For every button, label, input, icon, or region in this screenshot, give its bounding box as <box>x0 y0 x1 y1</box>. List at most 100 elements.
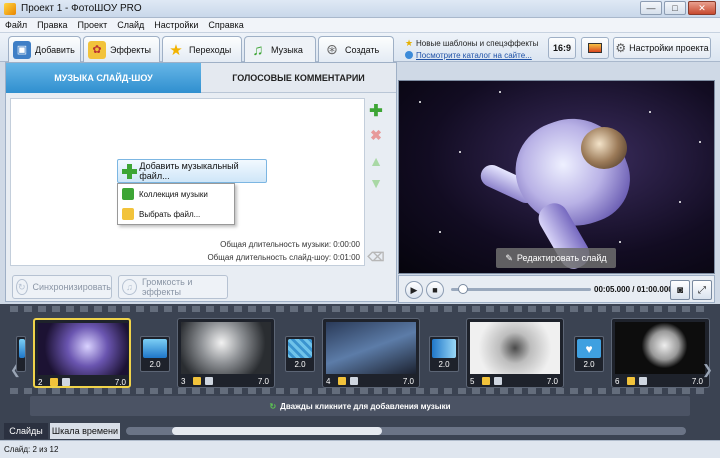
volume-effects-button[interactable]: ♫ Громкость и эффекты <box>118 275 228 299</box>
slide-number: 2 <box>38 377 43 387</box>
add-music-file-button[interactable]: Добавить музыкальный файл... <box>117 159 267 183</box>
seek-bar[interactable] <box>451 288 591 291</box>
edit-icon[interactable] <box>627 377 635 385</box>
edit-icon[interactable] <box>193 377 201 385</box>
sound-icon[interactable] <box>639 377 647 385</box>
music-track-strip[interactable]: ↻ Дважды кликните для добавления музыки <box>30 396 690 416</box>
astronaut-helmet <box>581 127 627 169</box>
slide-item[interactable]: 3 7.0 <box>177 318 275 388</box>
project-settings-button[interactable]: ⚙ Настройки проекта <box>613 37 711 59</box>
sound-icon[interactable] <box>494 377 502 385</box>
slide-duration: 7.0 <box>546 376 558 386</box>
status-bar: Слайд: 2 из 12 <box>0 440 720 458</box>
transition-item[interactable]: 2.0 <box>429 336 459 372</box>
minimize-button[interactable]: — <box>640 1 662 15</box>
maximize-button[interactable]: □ <box>664 1 686 15</box>
transition-partial[interactable] <box>16 336 26 372</box>
volume-effects-label: Громкость и эффекты <box>141 277 193 297</box>
snapshot-button[interactable]: ◙ <box>670 280 690 300</box>
music-collection-icon <box>122 188 134 200</box>
slide-duration: 7.0 <box>257 376 269 386</box>
slide-number: 5 <box>470 376 475 386</box>
tab-slides[interactable]: Слайды <box>4 423 48 439</box>
music-note-icon: ♫ <box>122 279 137 295</box>
menu-settings[interactable]: Настройки <box>149 20 203 30</box>
edit-icon[interactable] <box>338 377 346 385</box>
slide-item[interactable]: 5 7.0 <box>466 318 564 388</box>
tab-effects[interactable]: ✿ Эффекты <box>83 36 160 62</box>
transition-item[interactable]: 2.0 <box>140 336 170 372</box>
film-reel-icon: ⊛ <box>326 41 338 57</box>
filmstrip-bottom <box>10 388 710 394</box>
total-music-duration: Общая длительность музыки: 0:00:00 <box>220 240 360 249</box>
tab-voice-comments[interactable]: ГОЛОСОВЫЕ КОММЕНТАРИИ <box>201 63 396 93</box>
close-button[interactable]: ✕ <box>688 1 716 15</box>
title-bar: Проект 1 - ФотоШОУ PRO — □ ✕ <box>0 0 720 18</box>
slide-item[interactable]: 2 7.0 <box>33 318 131 388</box>
refresh-icon: ↻ <box>269 401 277 411</box>
sound-icon[interactable] <box>62 378 70 386</box>
clear-list-button[interactable]: ⌫ <box>366 247 386 267</box>
transition-thumbnail <box>143 339 167 358</box>
slide-thumbnail <box>615 322 705 374</box>
tab-music[interactable]: ♫ Музыка <box>244 36 316 63</box>
menu-project[interactable]: Проект <box>73 20 113 30</box>
sync-button[interactable]: ↻ Синхронизировать <box>12 275 112 299</box>
music-list[interactable]: Добавить музыкальный файл... Коллекция м… <box>10 98 365 266</box>
seek-knob[interactable] <box>457 284 468 294</box>
edit-icon[interactable] <box>482 377 490 385</box>
sound-icon[interactable] <box>350 377 358 385</box>
add-music-file-label: Добавить музыкальный файл... <box>139 161 239 181</box>
arrow-down-icon: ▼ <box>369 175 383 191</box>
edit-slide-button[interactable]: ✎ Редактировать слайд <box>496 248 616 268</box>
add-track-button[interactable]: ✚ <box>366 101 386 121</box>
slide-item[interactable]: 6 7.0 <box>611 318 710 388</box>
menu-file[interactable]: Файл <box>0 20 32 30</box>
choose-file-label: Выбрать файл... <box>139 209 201 219</box>
window-title: Проект 1 - ФотоШОУ PRO <box>21 3 142 14</box>
menu-edit[interactable]: Правка <box>32 20 72 30</box>
sound-icon[interactable] <box>205 377 213 385</box>
transition-duration: 2.0 <box>149 360 161 369</box>
tab-timeline[interactable]: Шкала времени <box>50 423 120 439</box>
app-logo-icon <box>4 2 16 15</box>
tab-transitions[interactable]: ★ Переходы <box>162 36 242 62</box>
menu-slide[interactable]: Слайд <box>112 20 149 30</box>
menu-item-choose-file[interactable]: Выбрать файл... <box>118 204 234 224</box>
broom-icon: ⌫ <box>367 250 385 264</box>
plus-icon <box>122 163 138 179</box>
slide-duration: 7.0 <box>114 377 126 387</box>
tab-create[interactable]: ⊛ Создать <box>318 36 394 62</box>
catalog-link[interactable]: Посмотрите каталог на сайте... <box>416 51 532 60</box>
tab-slideshow-music[interactable]: МУЗЫКА СЛАЙД-ШОУ <box>6 63 201 93</box>
stop-button[interactable]: ■ <box>426 281 444 299</box>
sync-icon: ↻ <box>16 279 28 295</box>
music-note-icon: ♫ <box>252 41 264 59</box>
filmstrip-top <box>10 306 710 312</box>
move-up-button[interactable]: ▲ <box>366 151 386 171</box>
slide-preview[interactable]: ✎ Редактировать слайд <box>398 80 715 274</box>
scrollbar-thumb[interactable] <box>172 427 382 435</box>
transition-item[interactable]: 2.0 <box>285 336 315 372</box>
slide-item[interactable]: 4 7.0 <box>322 318 420 388</box>
scroll-right-icon[interactable]: ❯ <box>702 362 713 378</box>
slide-thumbnail <box>326 322 416 374</box>
play-button[interactable]: ▶ <box>405 281 423 299</box>
menu-help[interactable]: Справка <box>203 20 248 30</box>
menu-item-music-collection[interactable]: Коллекция музыки <box>118 184 234 204</box>
horizontal-scrollbar[interactable] <box>126 427 686 435</box>
transition-thumbnail <box>288 339 312 358</box>
tab-add-label: Добавить <box>35 44 75 55</box>
widescreen-button[interactable] <box>581 37 609 59</box>
edit-icon[interactable] <box>50 378 58 386</box>
delete-icon: ✖ <box>370 126 382 143</box>
palette-icon: ✿ <box>88 40 106 59</box>
slides-timeline: ❮ 2 7.0 2.0 3 7.0 2.0 4 <box>0 304 720 422</box>
aspect-ratio-button[interactable]: 16:9 <box>548 37 576 59</box>
move-down-button[interactable]: ▼ <box>366 173 386 193</box>
transition-item[interactable]: ♥ 2.0 <box>574 336 604 372</box>
fullscreen-button[interactable]: ⤢ <box>692 280 712 300</box>
delete-track-button[interactable]: ✖ <box>366 125 386 145</box>
news-star-icon: ★ <box>405 38 414 48</box>
tab-add[interactable]: ▣ Добавить <box>8 36 81 62</box>
